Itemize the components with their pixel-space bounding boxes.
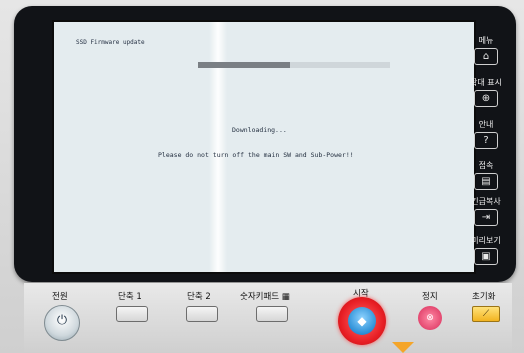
access-button[interactable]: 접속 ▤ [466,160,506,190]
stop-icon: ⊗ [426,313,434,323]
screen-bezel: SSD Firmware update Downloading... Pleas… [14,6,516,282]
help-icon: ? [474,132,498,149]
keypad-button[interactable] [256,306,288,322]
stop-label: 정지 [422,292,438,302]
preview-button[interactable]: 미리보기 ▣ [466,235,506,265]
power-button[interactable]: ⏻ [44,305,80,341]
stop-button[interactable]: ⊗ [418,306,442,330]
copier-control-panel: SSD Firmware update Downloading... Pleas… [0,0,524,353]
reset-icon: ⟋ [482,309,490,319]
zoom-display-button[interactable]: 확대 표시 ⊕ [466,77,506,107]
reset-label: 초기화 [472,292,496,302]
start-icon: ◆ [357,314,367,328]
power-icon: ⏻ [56,313,68,328]
copy-icon: ⇥ [474,209,498,226]
shortcut2-label: 단축 2 [187,292,211,302]
download-status: Downloading... [232,126,287,134]
shortcut2-button[interactable] [186,306,218,322]
touch-screen[interactable]: SSD Firmware update Downloading... Pleas… [52,20,476,274]
emergency-copy-button[interactable]: 긴급복사 ⇥ [466,196,506,226]
progress-fill [198,62,291,68]
menu-button[interactable]: 메뉴 ⌂ [466,35,506,65]
screen-title: SSD Firmware update [76,39,145,46]
indicator-tab [392,342,414,353]
start-button[interactable]: ◆ [338,297,386,345]
zoom-icon: ⊕ [474,90,498,107]
screen-glare [209,22,227,272]
access-icon: ▤ [474,173,498,190]
power-label: 전원 [52,292,68,302]
shortcut1-button[interactable] [116,306,148,322]
preview-icon: ▣ [474,248,498,265]
reset-button[interactable]: ⟋ [472,306,500,322]
keypad-label: 숫자키패드 ▦ [240,292,290,302]
guide-button[interactable]: 안내 ? [466,119,506,149]
progress-bar [198,62,390,68]
shortcut1-label: 단축 1 [118,292,142,302]
home-icon: ⌂ [474,48,498,65]
warning-message: Please do not turn off the main SW and S… [158,151,354,159]
